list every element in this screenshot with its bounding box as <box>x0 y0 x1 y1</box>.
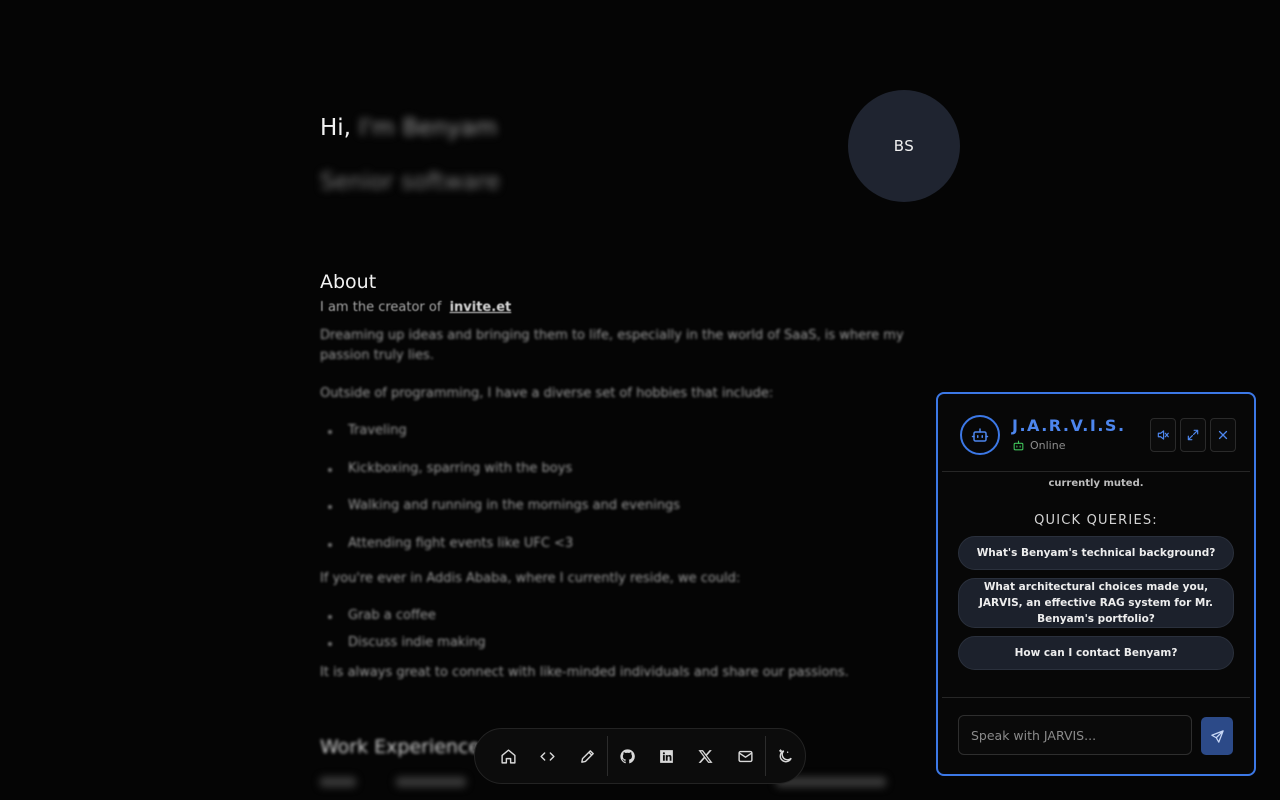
online-bot-icon <box>1013 440 1024 451</box>
hero-greeting-line: Hi, I'm Benyam <box>320 112 500 144</box>
about-paragraph-4: It is always great to connect with like-… <box>320 665 849 680</box>
list-item: Discuss indie making <box>320 633 940 653</box>
quick-query-button[interactable]: How can I contact Benyam? <box>958 636 1234 670</box>
x-icon[interactable] <box>686 736 725 776</box>
quick-queries-title: QUICK QUERIES: <box>1034 513 1158 528</box>
avatar-initials: BS <box>893 137 915 155</box>
send-button[interactable] <box>1201 717 1233 755</box>
activities-list: Grab a coffee Discuss indie making <box>320 606 940 653</box>
expand-icon <box>1187 429 1199 441</box>
hero-name-prefix: I'm <box>359 115 395 141</box>
home-icon[interactable] <box>489 736 528 776</box>
status-text: Online <box>1030 439 1066 452</box>
bottom-dock <box>474 728 806 784</box>
linkedin-icon[interactable] <box>647 736 686 776</box>
chat-messages: currently muted. QUICK QUERIES: What's B… <box>938 474 1254 696</box>
expand-button[interactable] <box>1180 418 1206 452</box>
about-title: About <box>320 271 377 293</box>
avatar: BS <box>848 90 960 202</box>
about-intro-text: I am the creator of <box>320 300 442 315</box>
mail-icon[interactable] <box>725 736 764 776</box>
code-icon[interactable] <box>528 736 567 776</box>
hero-name: Benyam <box>402 115 498 141</box>
list-item: Traveling <box>320 421 940 441</box>
list-item: Grab a coffee <box>320 606 940 626</box>
about-section: About I am the creator of invite.et Drea… <box>320 268 940 683</box>
hero-role: software <box>401 169 501 195</box>
about-paragraph-2: Outside of programming, I have a diverse… <box>320 386 774 401</box>
send-icon <box>1210 729 1224 743</box>
jarvis-chat-panel: J.A.R.V.I.S. Online currently muted. QUI… <box>936 392 1256 776</box>
pencil-icon[interactable] <box>568 736 607 776</box>
chat-input[interactable] <box>958 715 1192 755</box>
github-icon[interactable] <box>608 736 647 776</box>
invite-link[interactable]: invite.et <box>450 300 512 315</box>
volume-mute-icon <box>1157 430 1169 440</box>
chat-footer <box>942 697 1250 774</box>
work-experience-title: Work Experience <box>320 736 481 758</box>
hero: Hi, I'm Benyam Senior software <box>320 112 500 198</box>
quick-query-button[interactable]: What's Benyam's technical background? <box>958 536 1234 570</box>
close-button[interactable] <box>1210 418 1236 452</box>
list-item: Kickboxing, sparring with the boys <box>320 459 940 479</box>
about-paragraph-3: If you're ever in Addis Ababa, where I c… <box>320 571 741 586</box>
chat-title: J.A.R.V.I.S. <box>1012 416 1126 435</box>
hobbies-list: Traveling Kickboxing, sparring with the … <box>320 421 940 554</box>
list-item: Attending fight events like UFC <3 <box>320 534 940 554</box>
about-intro: I am the creator of invite.et <box>320 298 940 318</box>
chat-status: Online <box>1012 439 1065 452</box>
quick-query-button[interactable]: What architectural choices made you, JAR… <box>958 578 1234 628</box>
muted-note: currently muted. <box>1048 478 1144 489</box>
about-paragraph-1: Dreaming up ideas and bringing them to l… <box>320 328 904 363</box>
mute-button[interactable] <box>1150 418 1176 452</box>
bot-icon <box>960 415 1000 455</box>
chat-header: J.A.R.V.I.S. Online <box>942 394 1250 472</box>
hero-role-prefix: Senior <box>320 169 394 195</box>
hero-greeting: Hi, <box>320 115 351 141</box>
close-icon <box>1218 430 1228 440</box>
hero-role-line: Senior software <box>320 166 500 198</box>
theme-toggle-icon[interactable] <box>766 736 805 776</box>
list-item: Walking and running in the mornings and … <box>320 496 940 516</box>
